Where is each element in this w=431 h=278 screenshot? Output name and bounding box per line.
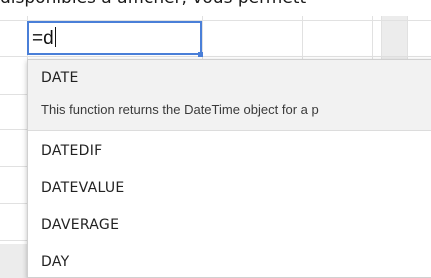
grid-row-line xyxy=(0,56,431,57)
suggestion-item-daverage[interactable]: DAVERAGE xyxy=(28,207,431,244)
cell-input-text: =d xyxy=(32,28,54,49)
suggestion-name: DATE xyxy=(41,70,79,86)
text-cursor xyxy=(54,27,56,47)
fill-handle[interactable] xyxy=(198,52,203,57)
suggestion-item-datedif[interactable]: DATEDIF xyxy=(28,133,431,170)
active-cell-editor[interactable]: =d xyxy=(27,21,202,55)
suggestion-name: DATEDIF xyxy=(41,143,103,159)
suggestion-description: This function returns the DateTime objec… xyxy=(41,102,319,117)
suggestion-item-date[interactable]: DATE This function returns the DateTime … xyxy=(28,60,431,131)
suggestion-item-datevalue[interactable]: DATEVALUE xyxy=(28,170,431,207)
function-autocomplete-popup: DATE This function returns the DateTime … xyxy=(27,59,431,278)
suggestion-item-day[interactable]: DAY xyxy=(28,244,431,277)
background-page-text: disponibles à afficher, vous permett xyxy=(0,0,431,10)
suggestion-name: DAVERAGE xyxy=(41,217,120,233)
suggestion-name: DATEVALUE xyxy=(41,180,125,196)
row-header-area xyxy=(0,244,28,278)
suggestion-name: DAY xyxy=(41,254,70,270)
spreadsheet-view: disponibles à afficher, vous permett =d … xyxy=(0,0,431,278)
